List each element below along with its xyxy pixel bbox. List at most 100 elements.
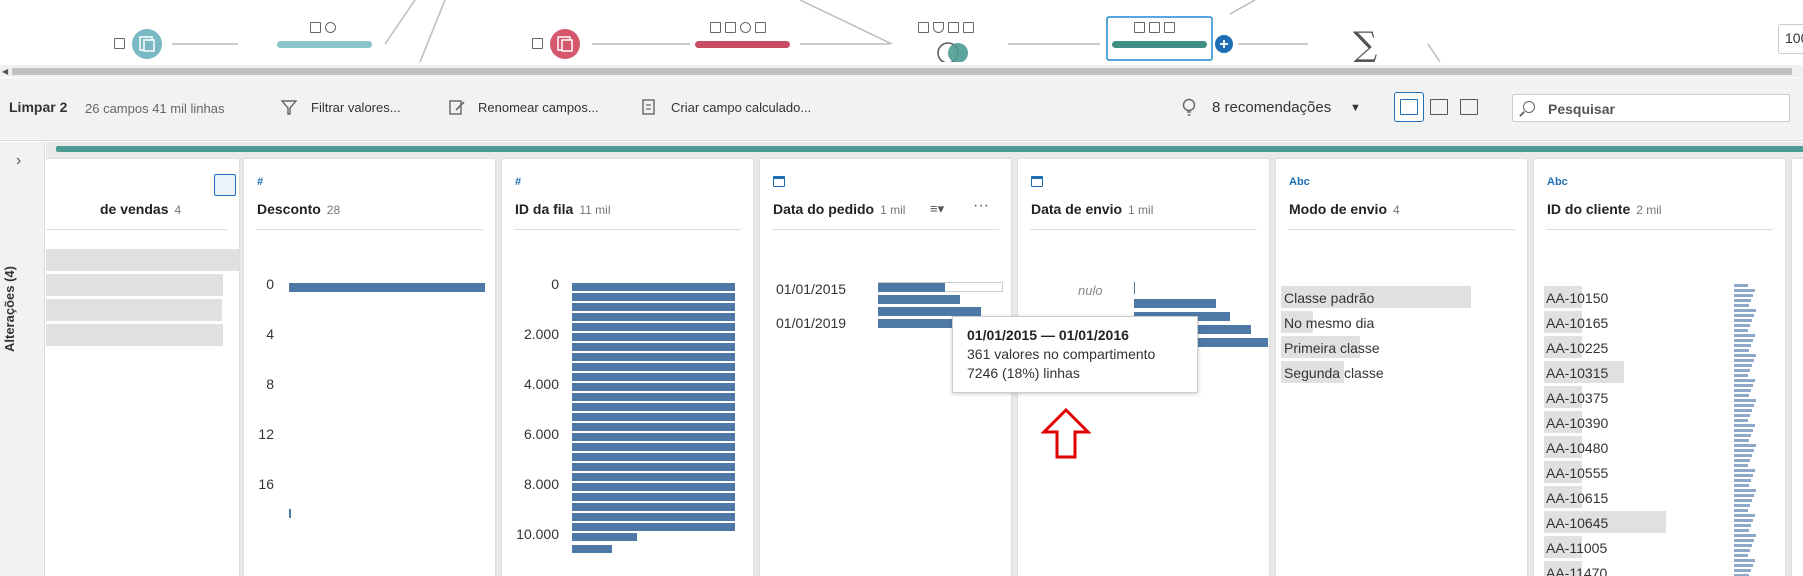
histogram-bar[interactable] — [572, 283, 735, 291]
create-calculated-field-button[interactable]: Criar campo calculado... — [671, 100, 811, 115]
histogram-bar[interactable] — [572, 545, 612, 553]
value-bar[interactable] — [46, 299, 222, 321]
calendar-icon[interactable] — [773, 176, 785, 190]
date-bin-bar[interactable] — [1134, 299, 1216, 308]
flow-node-input-1[interactable] — [132, 29, 162, 59]
rename-fields-button[interactable]: Renomear campos... — [478, 100, 599, 115]
scrollbar-thumb[interactable] — [12, 68, 1792, 75]
value-label[interactable]: AA-10165 — [1546, 315, 1608, 331]
date-bin-bar[interactable] — [878, 295, 960, 304]
histogram-bar[interactable] — [572, 503, 735, 511]
chevron-down-icon[interactable]: ▼ — [1350, 102, 1361, 114]
value-label[interactable]: No mesmo dia — [1284, 315, 1374, 331]
sort-icon[interactable]: ≡▾ — [930, 201, 944, 217]
histogram-bar[interactable] — [572, 413, 735, 421]
calculated-field-icon — [641, 98, 657, 116]
search-input[interactable]: Pesquisar — [1548, 101, 1615, 117]
value-label[interactable]: AA-10390 — [1546, 415, 1608, 431]
value-label[interactable]: AA-10315 — [1546, 365, 1608, 381]
field-name: ID da fila — [515, 201, 574, 217]
recommendations-button[interactable]: 8 recomendações — [1212, 99, 1331, 116]
histogram-bar[interactable] — [572, 393, 735, 401]
histogram-bar[interactable] — [572, 363, 735, 371]
list-view-button[interactable] — [1454, 92, 1484, 122]
value-label[interactable]: AA-10615 — [1546, 490, 1608, 506]
flow-step-clean-1[interactable] — [277, 41, 372, 48]
value-label[interactable]: AA-10150 — [1546, 290, 1608, 306]
field-card-desconto[interactable]: # Desconto 28 0 4 8 12 16 — [243, 158, 496, 576]
value-label[interactable]: Classe padrão — [1284, 290, 1374, 306]
histogram-bar[interactable] — [572, 453, 735, 461]
zoom-input[interactable]: 100 — [1778, 24, 1803, 54]
date-bin-bar[interactable] — [878, 307, 981, 316]
value-label[interactable]: Primeira classe — [1284, 340, 1380, 356]
number-type-icon[interactable]: # — [515, 176, 521, 188]
histogram-bar[interactable] — [572, 523, 735, 531]
histogram-bar[interactable] — [572, 473, 735, 481]
field-card-id-cliente[interactable]: Abc ID do cliente 2 mil AA-10150 AA-10165 A… — [1533, 158, 1786, 576]
histogram-bar[interactable] — [572, 293, 735, 301]
flow-join-node[interactable] — [937, 42, 968, 62]
profile-pane: de vendas 4 # Desconto 28 0 4 8 12 16 # ID da … — [46, 142, 1803, 576]
number-type-icon[interactable]: # — [257, 176, 263, 188]
value-bar[interactable] — [46, 249, 239, 271]
search-box[interactable]: Pesquisar — [1512, 94, 1790, 122]
field-card-vendas[interactable]: de vendas 4 — [46, 158, 240, 576]
value-label[interactable]: AA-11470 — [1546, 565, 1607, 576]
histogram-bar[interactable] — [572, 383, 735, 391]
histogram-bar[interactable] — [572, 333, 735, 341]
histogram-bar[interactable] — [572, 313, 735, 321]
calendar-icon[interactable] — [1031, 176, 1043, 190]
histogram-bar[interactable] — [572, 433, 735, 441]
table-view-button[interactable] — [1424, 92, 1454, 122]
filter-values-button[interactable]: Filtrar valores... — [311, 100, 401, 115]
field-type-icon[interactable] — [214, 174, 236, 196]
histogram-bar[interactable] — [572, 323, 735, 331]
histogram-bar[interactable] — [572, 463, 735, 471]
value-label[interactable]: AA-10645 — [1546, 515, 1608, 531]
histogram-bar[interactable] — [572, 533, 637, 541]
value-label[interactable]: AA-10555 — [1546, 465, 1608, 481]
histogram-bar[interactable] — [572, 443, 735, 451]
histogram-bar[interactable] — [572, 423, 735, 431]
scroll-left-icon[interactable]: ◀ — [2, 67, 8, 76]
flow-scrollbar[interactable]: ◀ — [0, 65, 1803, 77]
histogram-bar[interactable] — [572, 403, 735, 411]
field-card-next[interactable] — [1791, 158, 1803, 576]
date-tick-label: 01/01/2019 — [776, 315, 847, 331]
histogram-bar[interactable] — [572, 303, 735, 311]
null-bar[interactable] — [1134, 282, 1135, 294]
string-type-icon[interactable]: Abc — [1547, 176, 1568, 188]
profile-view-button[interactable] — [1394, 92, 1424, 122]
string-type-icon[interactable]: Abc — [1289, 176, 1310, 188]
histogram-bar[interactable] — [572, 483, 735, 491]
overview-bar — [1734, 354, 1756, 357]
value-bar[interactable] — [46, 274, 223, 296]
histogram-bar[interactable] — [572, 513, 735, 521]
flow-node-input-2[interactable] — [550, 29, 580, 59]
histogram-bar[interactable] — [289, 509, 291, 518]
flow-step-clean-red[interactable] — [695, 41, 790, 48]
histogram-bar[interactable] — [289, 283, 485, 292]
more-options-icon[interactable]: ··· — [973, 197, 989, 215]
field-card-modo-envio[interactable]: Abc Modo de envio 4 Classe padrão No mesmo… — [1275, 158, 1528, 576]
histogram-bar[interactable] — [572, 493, 735, 501]
value-label[interactable]: AA-10375 — [1546, 390, 1608, 406]
value-label[interactable]: AA-11005 — [1546, 540, 1607, 556]
changes-panel-label[interactable]: Alterações (4) — [2, 252, 17, 352]
value-label[interactable]: Segunda classe — [1284, 365, 1384, 381]
calc-icon — [963, 22, 974, 33]
field-card-id-fila[interactable]: # ID da fila 11 mil 0 2.000 4.000 6.000 8.000… — [501, 158, 754, 576]
chevron-right-icon[interactable]: › — [16, 152, 21, 170]
field-name: Data de envio — [1031, 201, 1123, 217]
histogram-bar[interactable] — [572, 373, 735, 381]
flow-canvas[interactable]: ∑ 100 — [0, 0, 1803, 62]
flow-aggregate-node[interactable]: ∑ — [1353, 25, 1377, 62]
value-bar[interactable] — [46, 324, 223, 346]
value-label[interactable]: AA-10480 — [1546, 440, 1608, 456]
value-label[interactable]: AA-10225 — [1546, 340, 1608, 356]
date-bin-bar[interactable] — [878, 283, 945, 292]
histogram-bar[interactable] — [572, 353, 735, 361]
histogram-bar[interactable] — [572, 343, 735, 351]
overview-bar — [1734, 554, 1748, 557]
